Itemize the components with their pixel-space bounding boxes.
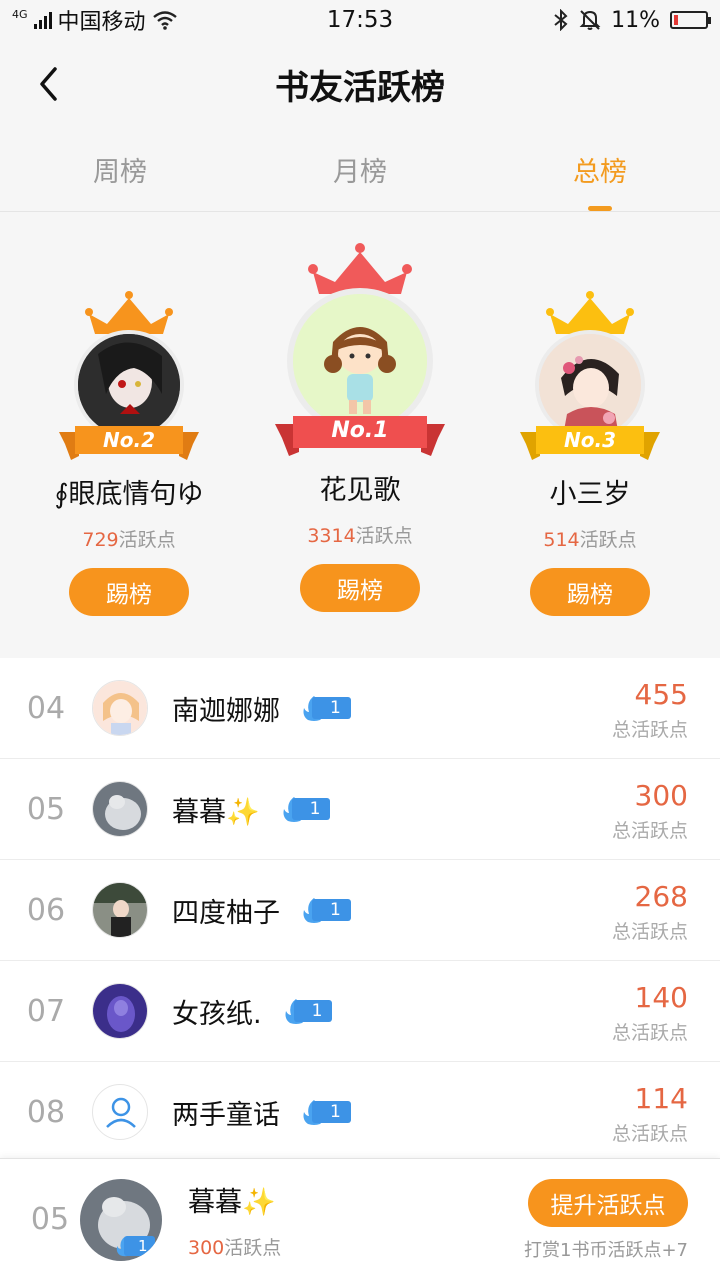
user-name: 暮暮✨ — [172, 796, 260, 828]
score-label: 总活跃点 — [611, 719, 688, 741]
boost-activity-button[interactable]: 提升活跃点 — [528, 1179, 688, 1227]
score-label: 总活跃点 — [611, 1022, 688, 1044]
rank-ribbon: No.2 — [59, 422, 199, 466]
score-label: 总活跃点 — [611, 921, 688, 943]
score: 140 总活跃点 — [612, 981, 688, 1045]
list-item[interactable]: 08 两手童话 1 114 总活跃点 — [0, 1062, 720, 1163]
user-name: 四度柚子 — [172, 897, 280, 929]
podium: No.2 ∮眼底情句ゆ 729活跃点 踢榜 No.1 花见歌 3314活跃点 踢… — [0, 212, 720, 658]
score-value: 300 — [634, 779, 688, 812]
score: 114 总活跃点 — [612, 1082, 688, 1146]
podium-second: No.2 ∮眼底情句ゆ 729活跃点 踢榜 — [14, 288, 244, 616]
score: 268 总活跃点 — [612, 880, 688, 944]
list-item[interactable]: 06 四度柚子 1 268 总活跃点 — [0, 860, 720, 961]
score-value: 114 — [634, 1082, 688, 1115]
avatar-image — [539, 334, 641, 436]
header: 书友活跃榜 — [0, 40, 720, 128]
rank-label: No.2 — [103, 428, 155, 452]
rank-ribbon: No.3 — [520, 422, 660, 466]
podium-points: 514活跃点 — [543, 529, 637, 551]
level-badge: 1 — [300, 695, 351, 721]
tab-total-label: 总榜 — [573, 157, 627, 188]
podium-name: 花见歌 — [319, 475, 401, 506]
clock: 17:53 — [326, 7, 394, 33]
rank-number: 07 — [26, 993, 66, 1029]
rank-number: 08 — [26, 1094, 66, 1130]
tab-monthly-label: 月榜 — [333, 157, 387, 188]
my-level-badge: 1 — [114, 1235, 155, 1257]
level-badge: 1 — [300, 1099, 351, 1125]
kick-button[interactable]: 踢榜 — [69, 568, 189, 616]
chevron-left-icon — [40, 67, 57, 101]
avatar-image — [78, 334, 180, 436]
avatar[interactable] — [92, 882, 148, 938]
page-title: 书友活跃榜 — [275, 67, 445, 108]
tab-total[interactable]: 总榜 — [480, 128, 720, 211]
podium-third: No.3 小三岁 514活跃点 踢榜 — [475, 288, 705, 616]
rank-ribbon: No.1 — [275, 412, 445, 462]
podium-points: 3314活跃点 — [307, 525, 413, 547]
tab-weekly-label: 周榜 — [93, 157, 147, 188]
status-bar: 4G 中国移动 17:53 11% — [0, 0, 720, 40]
avatar-image — [293, 294, 427, 428]
my-name: 暮暮✨ — [188, 1186, 276, 1218]
score-label: 总活跃点 — [611, 1123, 688, 1145]
level-badge: 1 — [300, 897, 351, 923]
list-item[interactable]: 04 南迦娜娜 1 455 总活跃点 — [0, 658, 720, 759]
level-badge: 1 — [280, 796, 331, 822]
my-avatar[interactable]: 1 — [80, 1178, 162, 1261]
tab-bar: 周榜 月榜 总榜 — [0, 128, 720, 212]
avatar[interactable] — [92, 781, 148, 837]
crown-icon — [85, 291, 173, 334]
score-value: 455 — [634, 678, 688, 711]
tab-weekly[interactable]: 周榜 — [0, 128, 240, 211]
reward-tip: 打赏1书币活跃点+7 — [524, 1240, 688, 1261]
rank-number: 04 — [26, 690, 66, 726]
rank-label: No.3 — [564, 428, 616, 452]
score: 300 总活跃点 — [612, 779, 688, 843]
podium-points: 729活跃点 — [82, 529, 176, 551]
my-points: 300活跃点 — [188, 1236, 282, 1259]
level-badge: 1 — [282, 998, 333, 1024]
rank-label: No.1 — [331, 418, 389, 443]
back-button[interactable] — [28, 62, 68, 106]
score: 455 总活跃点 — [612, 678, 688, 742]
my-info: 暮暮✨ 300活跃点 — [188, 1180, 281, 1260]
ranking-list: 04 南迦娜娜 1 455 总活跃点 05 暮暮✨ 1 300 总活跃点 06 — [0, 658, 720, 1163]
active-tab-indicator — [588, 206, 612, 211]
list-item[interactable]: 07 女孩纸. 1 140 总活跃点 — [0, 961, 720, 1062]
tab-monthly[interactable]: 月榜 — [240, 128, 480, 211]
avatar[interactable] — [92, 680, 148, 736]
user-name: 南迦娜娜 — [172, 695, 280, 727]
kick-button[interactable]: 踢榜 — [530, 568, 650, 616]
rank-number: 06 — [26, 892, 66, 928]
podium-first: No.1 花见歌 3314活跃点 踢榜 — [245, 242, 475, 612]
podium-name: ∮眼底情句ゆ — [54, 479, 204, 510]
user-placeholder-icon — [106, 1097, 136, 1128]
user-name: 女孩纸. — [172, 998, 262, 1030]
battery-icon — [670, 11, 711, 29]
avatar[interactable] — [92, 1084, 148, 1140]
rank-number: 05 — [26, 791, 66, 827]
user-name: 两手童话 — [172, 1099, 280, 1131]
my-rank-bar: 05 1 暮暮✨ 300活跃点 提升活跃点 打赏1书币活跃点+7 — [0, 1158, 720, 1280]
score-label: 总活跃点 — [611, 820, 688, 842]
score-value: 140 — [634, 981, 688, 1014]
kick-button[interactable]: 踢榜 — [300, 564, 420, 612]
list-item[interactable]: 05 暮暮✨ 1 300 总活跃点 — [0, 759, 720, 860]
score-value: 268 — [634, 880, 688, 913]
podium-name: 小三岁 — [549, 479, 631, 510]
crown-icon — [546, 291, 634, 334]
avatar[interactable] — [92, 983, 148, 1039]
